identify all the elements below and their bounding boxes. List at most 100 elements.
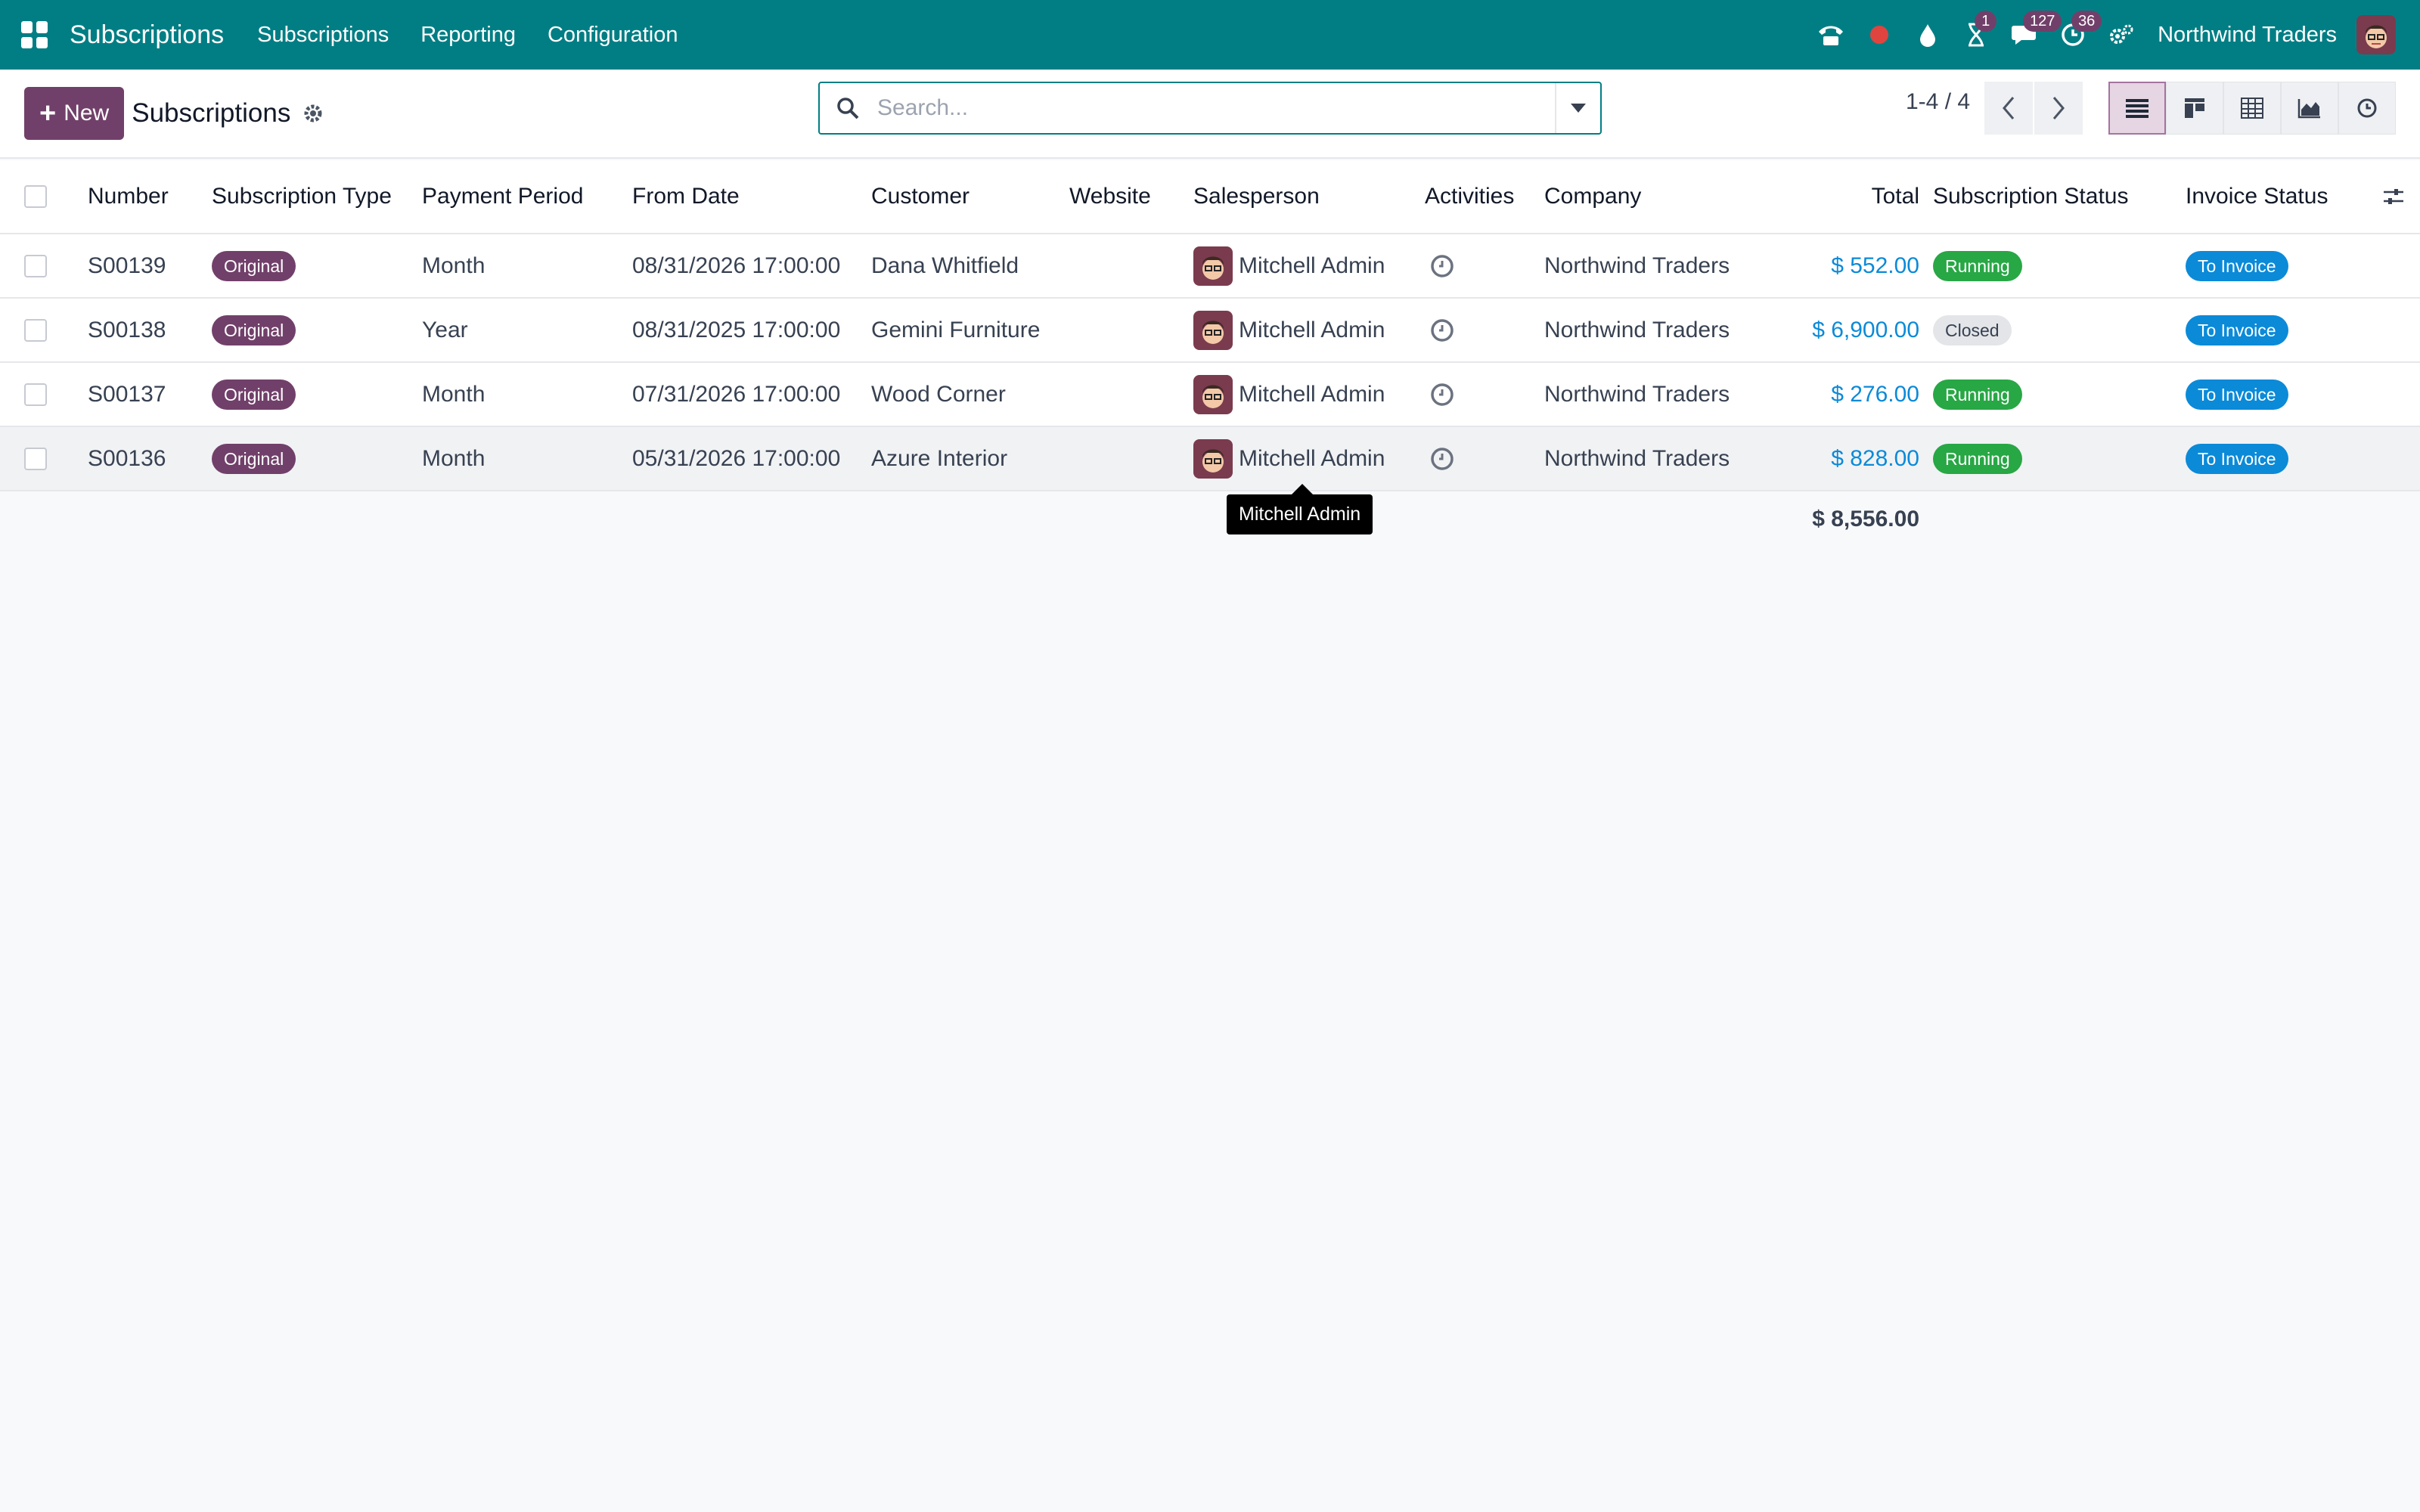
table-row[interactable]: S00139 Original Month 08/31/2026 17:00:0… <box>0 234 2420 299</box>
record-dot-icon[interactable] <box>1861 17 1897 53</box>
avatar[interactable] <box>1193 310 1233 350</box>
gear-icon[interactable] <box>302 103 324 124</box>
hourglass-icon[interactable]: 1 <box>1958 11 1997 53</box>
column-header-number[interactable]: Number <box>88 160 169 233</box>
invoice-status-badge: To Invoice <box>2186 250 2288 281</box>
type-badge: Original <box>212 250 296 281</box>
company-switcher[interactable]: Northwind Traders <box>2158 23 2337 48</box>
column-header-customer[interactable]: Customer <box>871 160 970 233</box>
customer-cell: Azure Interior <box>871 445 1008 471</box>
company-cell: Northwind Traders <box>1544 317 1730 342</box>
from-date-cell: 07/31/2026 17:00:00 <box>632 381 841 407</box>
period-cell: Month <box>422 253 486 278</box>
row-checkbox[interactable] <box>24 427 47 490</box>
invoice-status-cell: To Invoice <box>2186 299 2288 361</box>
phone-icon[interactable] <box>1813 17 1849 53</box>
search-options-toggle[interactable] <box>1555 83 1600 133</box>
period-cell: Year <box>422 317 468 342</box>
table-row[interactable]: S00136 Original Month 05/31/2026 17:00:0… <box>0 427 2420 491</box>
activity-clock-icon[interactable] <box>1429 427 1455 490</box>
column-header-subscription-status[interactable]: Subscription Status <box>1933 160 2128 233</box>
chevron-left-icon <box>2003 97 2015 119</box>
number-cell: S00137 <box>88 381 166 407</box>
apps-grid-icon[interactable] <box>21 21 48 48</box>
kanban-view-button[interactable] <box>2166 82 2223 135</box>
company-cell: Northwind Traders <box>1544 445 1730 471</box>
salesperson-name: Mitchell Admin <box>1239 317 1385 342</box>
menu-subscriptions[interactable]: Subscriptions <box>257 23 389 48</box>
avatar[interactable] <box>1193 438 1233 479</box>
select-all-checkbox[interactable] <box>24 160 47 233</box>
search-input[interactable] <box>876 83 1555 133</box>
number-cell: S00136 <box>88 445 166 471</box>
row-checkbox[interactable] <box>24 363 47 426</box>
column-header-salesperson[interactable]: Salesperson <box>1193 160 1320 233</box>
user-avatar[interactable] <box>2356 15 2396 54</box>
salesperson-name: Mitchell Admin <box>1239 445 1385 471</box>
type-badge: Original <box>212 314 296 345</box>
total-cell: $ 828.00 <box>1831 445 1919 471</box>
chat-icon[interactable]: 127 <box>2006 11 2062 53</box>
column-header-website[interactable]: Website <box>1069 160 1151 233</box>
activity-clock-icon[interactable] <box>1429 234 1455 297</box>
column-header-company[interactable]: Company <box>1544 160 1641 233</box>
activity-view-button[interactable] <box>2338 82 2396 135</box>
pivot-view-button[interactable] <box>2223 82 2281 135</box>
period-cell: Month <box>422 445 486 471</box>
column-header-invoice-status[interactable]: Invoice Status <box>2186 160 2328 233</box>
salesperson-tooltip: Mitchell Admin <box>1227 484 1373 534</box>
column-header-activities[interactable]: Activities <box>1425 160 1514 233</box>
page-title: Subscriptions <box>132 98 291 128</box>
salesperson-cell[interactable]: Mitchell Admin <box>1193 299 1385 361</box>
from-date-cell: 08/31/2026 17:00:00 <box>632 253 841 278</box>
new-button[interactable]: + New <box>24 87 125 140</box>
table-row[interactable]: S00138 Original Year 08/31/2025 17:00:00… <box>0 299 2420 363</box>
table-header-row: Number Subscription Type Payment Period … <box>0 160 2420 234</box>
activity-clock-icon[interactable] <box>1429 299 1455 361</box>
search-icon <box>820 96 876 120</box>
invoice-status-cell: To Invoice <box>2186 363 2288 426</box>
clock-badge: 36 <box>2071 11 2102 32</box>
row-checkbox[interactable] <box>24 234 47 297</box>
pager-previous-button[interactable] <box>1984 82 2033 135</box>
area-chart-icon <box>2297 99 2320 119</box>
activity-clock-icon[interactable] <box>1429 363 1455 426</box>
clock-icon[interactable]: 36 <box>2055 11 2102 53</box>
status-cell: Closed <box>1933 299 2012 361</box>
column-header-total[interactable]: Total <box>1800 160 1919 233</box>
drop-icon[interactable] <box>1910 17 1946 53</box>
settings-icon[interactable] <box>2103 17 2139 53</box>
salesperson-cell[interactable]: Mitchell Admin <box>1193 427 1385 490</box>
avatar[interactable] <box>1193 374 1233 414</box>
pager-value[interactable]: 1-4 / 4 <box>1906 89 1970 115</box>
optional-columns-icon[interactable] <box>2382 160 2405 233</box>
top-navbar: Subscriptions Subscriptions Reporting Co… <box>0 0 2420 70</box>
status-cell: Running <box>1933 363 2022 426</box>
salesperson-cell[interactable]: Mitchell Admin <box>1193 363 1385 426</box>
type-badge: Original <box>212 379 296 410</box>
number-cell: S00138 <box>88 317 166 342</box>
pager-next-button[interactable] <box>2034 82 2083 135</box>
salesperson-name: Mitchell Admin <box>1239 381 1385 407</box>
graph-view-button[interactable] <box>2281 82 2338 135</box>
type-cell: Original <box>212 427 296 490</box>
type-cell: Original <box>212 234 296 297</box>
menu-configuration[interactable]: Configuration <box>548 23 678 48</box>
menu-reporting[interactable]: Reporting <box>420 23 516 48</box>
avatar[interactable] <box>1193 246 1233 286</box>
clock-icon <box>2357 98 2377 118</box>
table-icon <box>2241 98 2263 119</box>
column-header-subscription-type[interactable]: Subscription Type <box>212 160 392 233</box>
app-brand[interactable]: Subscriptions <box>70 20 224 50</box>
list-view-button[interactable] <box>2108 82 2166 135</box>
column-header-payment-period[interactable]: Payment Period <box>422 160 583 233</box>
column-header-from-date[interactable]: From Date <box>632 160 740 233</box>
view-switcher <box>2108 82 2396 135</box>
company-cell: Northwind Traders <box>1544 253 1730 278</box>
number-cell: S00139 <box>88 253 166 278</box>
table-row[interactable]: S00137 Original Month 07/31/2026 17:00:0… <box>0 363 2420 427</box>
salesperson-cell[interactable]: Mitchell Admin <box>1193 234 1385 297</box>
row-checkbox[interactable] <box>24 299 47 361</box>
kanban-icon <box>2185 98 2204 118</box>
salesperson-name: Mitchell Admin <box>1239 253 1385 278</box>
